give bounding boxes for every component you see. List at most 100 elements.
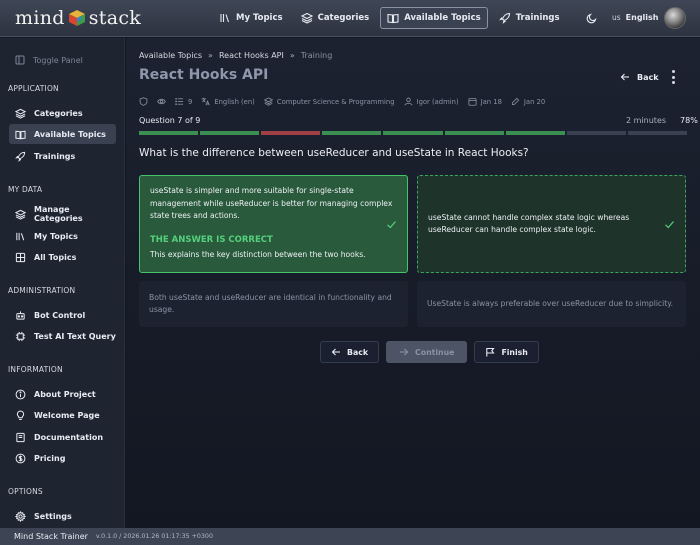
breadcrumb: Available Topics » React Hooks API » Tra… [139,51,332,60]
section-information: INFORMATION [8,365,63,374]
progress-segment-correct [322,131,382,135]
breadcrumb-separator: » [208,51,213,60]
answer-option-c[interactable]: Both useState and useReducer are identic… [139,281,408,327]
section-my-data: MY DATA [8,185,43,194]
book-icon [16,432,25,442]
topic-meta: 9 English (en) Computer Science & Progra… [139,97,545,106]
translate-icon [202,97,210,106]
language-code: us [612,13,621,22]
progress-segment-pending [627,131,687,135]
gear-icon [15,510,26,522]
back-button[interactable]: Back [320,341,380,363]
sidebar-item-label: Bot Control [34,310,86,320]
rocket-icon [15,151,26,162]
nav-my-topics-label: My Topics [236,13,283,23]
sidebar-item-manage-categories[interactable]: Manage Categories [9,204,116,224]
nav-my-topics[interactable]: My Topics [212,7,290,29]
logo-text-left: mind [15,7,65,29]
nav-categories[interactable]: Categories [294,7,377,29]
sidebar-item-settings[interactable]: Settings [9,506,116,526]
breadcrumb-training: Training [300,51,333,60]
sidebar-item-available-topics[interactable]: Available Topics [9,124,116,144]
back-button-label: Back [347,347,369,357]
sidebar-item-label: Trainings [34,151,76,161]
chip-icon [15,331,26,341]
layers-icon [300,12,313,24]
toggle-panel-button[interactable]: Toggle Panel [15,55,83,65]
sidebar-item-label: About Project [34,389,96,399]
progress-segment-correct [139,131,199,135]
top-navigation-bar: mind stack My Topics Categories Availabl… [0,0,700,37]
sidebar-item-pricing[interactable]: Pricing [9,448,116,468]
arrow-left-icon [331,348,340,356]
meta-created: Jan 18 [468,97,502,106]
meta-count-value: 9 [188,97,193,106]
progress-bar [139,131,687,135]
answer-option-a[interactable]: useState is simpler and more suitable fo… [139,175,408,273]
continue-button[interactable]: Continue [386,341,468,363]
list-icon [175,97,184,106]
nav-trainings-label: Trainings [515,13,560,23]
library-icon [16,232,25,240]
sidebar-item-bot-control[interactable]: Bot Control [9,305,116,325]
sidebar-item-all-topics[interactable]: All Topics [9,247,116,267]
time-info: 2 minutes 78% [626,116,698,125]
finish-button[interactable]: Finish [474,341,539,363]
language-label: English [625,13,659,22]
sidebar-item-about[interactable]: About Project [9,384,116,404]
language-selector[interactable]: us English [612,13,659,22]
meta-author: Igor (admin) [404,97,459,106]
breadcrumb-topic[interactable]: React Hooks API [219,51,284,60]
nav-trainings[interactable]: Trainings [492,7,567,29]
sidebar: Toggle Panel APPLICATION Categories Avai… [0,38,125,528]
sidebar-item-test-ai[interactable]: Test AI Text Query [9,326,116,346]
moon-icon[interactable] [586,12,598,24]
sidebar-item-categories[interactable]: Categories [9,103,116,123]
progress-segment-correct [444,131,504,135]
user-icon [404,97,413,106]
progress-segment-correct [200,131,260,135]
meta-language-value: English (en) [214,97,255,106]
layers-icon [15,108,26,119]
answer-option-b[interactable]: useState cannot handle complex state log… [417,175,686,273]
finish-button-label: Finish [501,347,528,357]
footer-app-name: Mind Stack Trainer [14,532,88,541]
sidebar-item-documentation[interactable]: Documentation [9,427,116,447]
header-back-button[interactable]: Back [620,72,659,82]
continue-button-label: Continue [415,347,455,357]
nav-available-topics[interactable]: Available Topics [380,7,488,29]
header-back-label: Back [637,72,659,82]
main-content: Available Topics » React Hooks API » Tra… [126,38,700,528]
sidebar-item-label: Available Topics [34,129,106,139]
grid-icon [15,252,26,262]
score-percent: 78% [680,116,698,125]
sidebar-item-welcome[interactable]: Welcome Page [9,405,116,425]
logo[interactable]: mind stack [15,6,141,30]
panel-icon [15,55,25,65]
meta-author-value: Igor (admin) [416,97,459,106]
nav-available-topics-label: Available Topics [404,13,481,23]
check-icon [665,221,674,229]
progress-segment-wrong [261,131,321,135]
dollar-icon [15,453,26,463]
eye-icon [157,98,166,105]
progress-segment-pending [566,131,626,135]
breadcrumb-separator: » [289,51,295,60]
breadcrumb-available-topics[interactable]: Available Topics [139,51,202,60]
answer-option-d[interactable]: UseState is always preferable over useRe… [417,281,686,327]
sidebar-item-label: Categories [34,108,83,118]
library-icon [220,14,230,23]
info-icon [15,389,26,399]
sidebar-item-label: Pricing [34,453,66,463]
meta-updated-value: Jan 20 [523,97,546,106]
footer: Mind Stack Trainer v.0.1.0 / 2026.01.26 … [0,528,700,545]
meta-language: English (en) [201,97,255,106]
answer-explanation: This explains the key distinction betwee… [150,250,366,259]
progress-segment-correct [505,131,565,135]
sidebar-item-my-topics[interactable]: My Topics [9,226,116,246]
user-avatar[interactable] [664,7,686,29]
sidebar-item-trainings[interactable]: Trainings [9,146,116,166]
meta-question-count: 9 [175,97,192,106]
more-options-icon[interactable] [670,70,676,84]
check-icon [387,221,396,229]
